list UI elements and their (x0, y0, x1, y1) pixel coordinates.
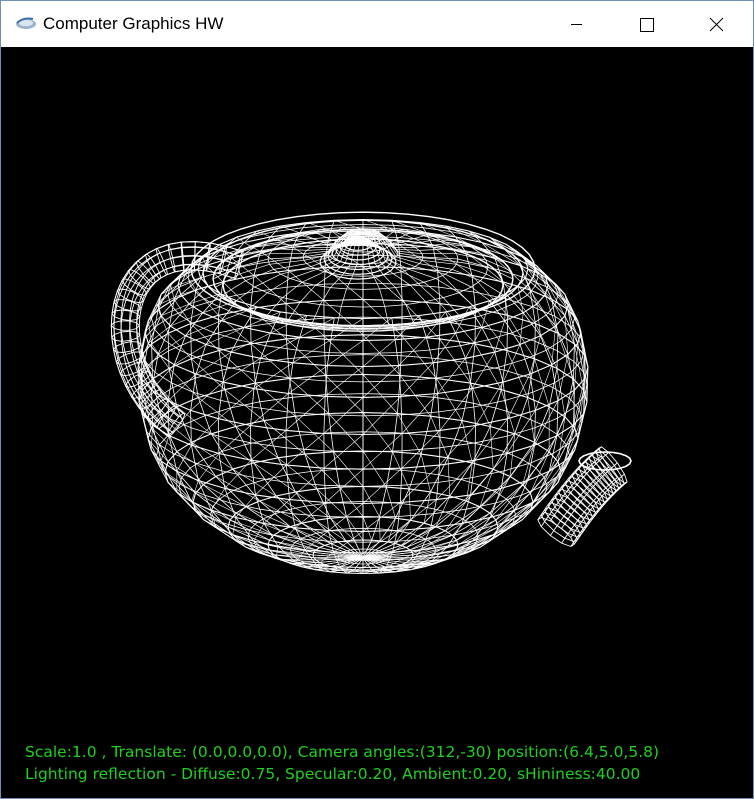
status-transform-text: Scale:1.0 , Translate: (0.0,0.0,0.0), Ca… (25, 743, 660, 761)
glut-app-icon (16, 17, 36, 29)
teapot-wireframe (110, 211, 632, 575)
close-button[interactable] (693, 1, 739, 47)
maximize-button[interactable] (623, 1, 669, 47)
minimize-button[interactable] (553, 1, 599, 47)
status-lighting-text: Lighting reflection - Diffuse:0.75, Spec… (25, 765, 641, 783)
minimize-icon (571, 24, 582, 25)
maximize-icon (640, 18, 654, 32)
title-bar[interactable]: Computer Graphics HW (1, 1, 753, 47)
render-viewport[interactable]: Scale:1.0 , Translate: (0.0,0.0,0.0), Ca… (1, 47, 753, 798)
close-icon (709, 17, 724, 32)
window-title: Computer Graphics HW (43, 14, 224, 33)
app-window: Computer Graphics HW Scale:1.0 , Transla… (0, 0, 754, 799)
